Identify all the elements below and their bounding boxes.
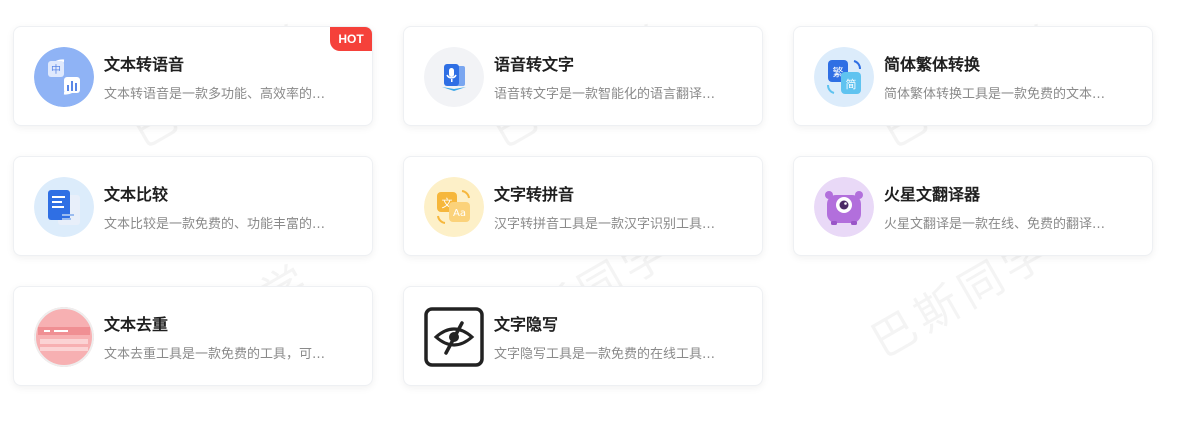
dedupe-icon <box>34 307 94 367</box>
tool-card-pinyin[interactable]: 文 Aa 文字转拼音 汉字转拼音工具是一款汉字识别工具… <box>403 156 763 256</box>
tool-card-mars-text[interactable]: 火星文翻译器 火星文翻译是一款在线、免费的翻译… <box>793 156 1153 256</box>
card-title: 文本比较 <box>104 185 169 204</box>
tool-card-traditional-simplified[interactable]: 繁 简 简体繁体转换 简体繁体转换工具是一款免费的文本… <box>793 26 1153 126</box>
tool-card-dedupe[interactable]: 文本去重 文本去重工具是一款免费的工具，可… <box>13 286 373 386</box>
tool-card-text-compare[interactable]: 文本比较 文本比较是一款免费的、功能丰富的… <box>13 156 373 256</box>
traditional-simplified-icon: 繁 简 <box>814 47 874 107</box>
card-description: 汉字转拼音工具是一款汉字识别工具… <box>494 217 716 232</box>
svg-text:Aa: Aa <box>453 208 466 219</box>
tool-card-text-to-speech[interactable]: 中 文本转语音 文本转语音是一款多功能、高效率的… HOT <box>13 26 373 126</box>
text-compare-icon <box>34 177 94 237</box>
card-description: 语音转文字是一款智能化的语言翻译… <box>494 87 716 102</box>
card-title: 文字转拼音 <box>494 185 575 204</box>
card-description: 文本比较是一款免费的、功能丰富的… <box>104 217 326 232</box>
card-title: 文本去重 <box>104 315 169 334</box>
hot-badge: HOT <box>330 27 372 51</box>
pinyin-icon: 文 Aa <box>424 177 484 237</box>
card-description: 文本转语音是一款多功能、高效率的… <box>104 87 326 102</box>
card-description: 火星文翻译是一款在线、免费的翻译… <box>884 217 1106 232</box>
card-title: 简体繁体转换 <box>884 55 981 74</box>
card-description: 文字隐写工具是一款免费的在线工具… <box>494 347 716 362</box>
tool-card-steganography[interactable]: 文字隐写 文字隐写工具是一款免费的在线工具… <box>403 286 763 386</box>
card-title: 火星文翻译器 <box>884 185 981 204</box>
eye-slash-icon <box>424 307 484 367</box>
card-description: 简体繁体转换工具是一款免费的文本… <box>884 87 1106 102</box>
tool-card-speech-to-text[interactable]: 语音转文字 语音转文字是一款智能化的语言翻译… <box>403 26 763 126</box>
text-to-speech-icon: 中 <box>34 47 94 107</box>
card-title: 语音转文字 <box>494 55 575 74</box>
speech-to-text-icon <box>424 47 484 107</box>
card-title: 文本转语音 <box>104 55 185 74</box>
svg-text:中: 中 <box>51 63 61 76</box>
card-title: 文字隐写 <box>494 315 559 334</box>
svg-text:简: 简 <box>846 77 857 91</box>
card-description: 文本去重工具是一款免费的工具，可… <box>104 347 326 362</box>
mars-text-monster-icon <box>814 177 874 237</box>
